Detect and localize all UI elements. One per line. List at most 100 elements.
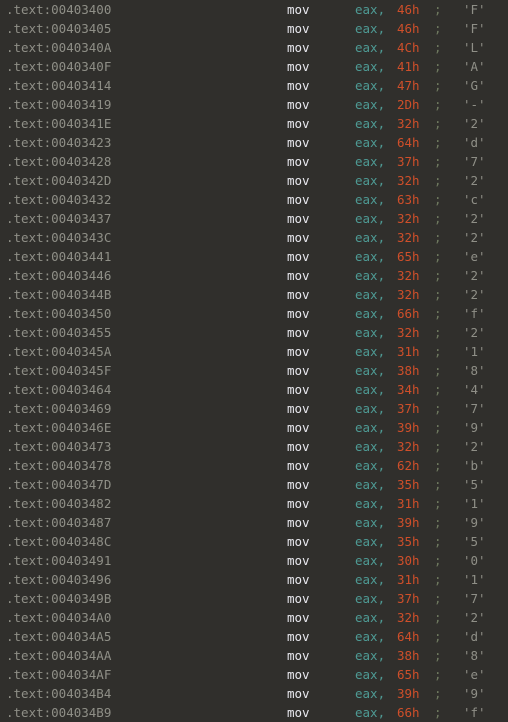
instruction-address[interactable]: .text:0040349B — [6, 589, 111, 608]
instruction-address[interactable]: .text:00403400 — [6, 0, 111, 19]
disasm-row[interactable]: .text:00403437 mov eax, 32h; '2' — [0, 209, 508, 228]
instruction-address[interactable]: .text:00403432 — [6, 190, 111, 209]
disasm-row[interactable]: .text:00403491 mov eax, 30h; '0' — [0, 551, 508, 570]
instruction-mnemonic: mov — [287, 249, 310, 264]
instruction-address[interactable]: .text:0040342D — [6, 171, 111, 190]
disasm-row[interactable]: .text:004034A0 mov eax, 32h; '2' — [0, 608, 508, 627]
comment-char-literal: '5' — [463, 477, 486, 492]
operand-register: eax, — [355, 515, 386, 530]
instruction-mnemonic: mov — [287, 705, 310, 720]
instruction-address[interactable]: .text:00403469 — [6, 399, 111, 418]
instruction-address[interactable]: .text:00403419 — [6, 95, 111, 114]
instruction-address[interactable]: .text:004034A5 — [6, 627, 111, 646]
instruction-address[interactable]: .text:00403441 — [6, 247, 111, 266]
disasm-row[interactable]: .text:0040345F mov eax, 38h; '8' — [0, 361, 508, 380]
instruction-address[interactable]: .text:0040343C — [6, 228, 111, 247]
disasm-row[interactable]: .text:00403478 mov eax, 62h; 'b' — [0, 456, 508, 475]
disasm-row[interactable]: .text:00403446 mov eax, 32h; '2' — [0, 266, 508, 285]
instruction-address[interactable]: .text:0040345A — [6, 342, 111, 361]
disasm-row[interactable]: .text:00403428 mov eax, 37h; '7' — [0, 152, 508, 171]
disasm-row[interactable]: .text:00403419 mov eax, 2Dh; '-' — [0, 95, 508, 114]
instruction-address[interactable]: .text:0040340A — [6, 38, 111, 57]
comment-char-literal: '1' — [463, 344, 486, 359]
instruction-address[interactable]: .text:0040344B — [6, 285, 111, 304]
disasm-row[interactable]: .text:00403405 mov eax, 46h; 'F' — [0, 19, 508, 38]
instruction-address[interactable]: .text:0040347D — [6, 475, 111, 494]
disassembly-listing[interactable]: .text:00403400 mov eax, 46h; 'F' .text:004034… — [0, 0, 508, 722]
instruction-mnemonic: mov — [287, 477, 310, 492]
disasm-row[interactable]: .text:0040344B mov eax, 32h; '2' — [0, 285, 508, 304]
instruction-mnemonic: mov — [287, 553, 310, 568]
comment-char-literal: 'f' — [463, 705, 486, 720]
disasm-row[interactable]: .text:00403432 mov eax, 63h; 'c' — [0, 190, 508, 209]
comment-char-literal: 'd' — [463, 629, 486, 644]
instruction-address[interactable]: .text:004034AF — [6, 665, 111, 684]
disasm-row[interactable]: .text:0040349B mov eax, 37h; '7' — [0, 589, 508, 608]
disasm-row[interactable]: .text:00403423 mov eax, 64h; 'd' — [0, 133, 508, 152]
disasm-row[interactable]: .text:00403441 mov eax, 65h; 'e' — [0, 247, 508, 266]
instruction-address[interactable]: .text:0040348C — [6, 532, 111, 551]
disasm-row[interactable]: .text:00403414 mov eax, 47h; 'G' — [0, 76, 508, 95]
instruction-address[interactable]: .text:004034B4 — [6, 684, 111, 703]
disasm-row[interactable]: .text:004034AF mov eax, 65h; 'e' — [0, 665, 508, 684]
comment-char-literal: '9' — [463, 515, 486, 530]
disasm-row[interactable]: .text:004034A5 mov eax, 64h; 'd' — [0, 627, 508, 646]
instruction-address[interactable]: .text:00403482 — [6, 494, 111, 513]
instruction-address[interactable]: .text:0040341E — [6, 114, 111, 133]
instruction-address[interactable]: .text:00403473 — [6, 437, 111, 456]
disasm-row[interactable]: .text:0040340F mov eax, 41h; 'A' — [0, 57, 508, 76]
disasm-row[interactable]: .text:00403400 mov eax, 46h; 'F' — [0, 0, 508, 19]
disasm-row[interactable]: .text:0040342D mov eax, 32h; '2' — [0, 171, 508, 190]
disasm-row[interactable]: .text:0040343C mov eax, 32h; '2' — [0, 228, 508, 247]
disasm-row[interactable]: .text:004034B9 mov eax, 66h; 'f' — [0, 703, 508, 722]
disasm-row[interactable]: .text:0040341E mov eax, 32h; '2' — [0, 114, 508, 133]
disasm-row[interactable]: .text:004034AA mov eax, 38h; '8' — [0, 646, 508, 665]
disasm-row[interactable]: .text:00403487 mov eax, 39h; '9' — [0, 513, 508, 532]
comment-char-literal: '2' — [463, 173, 486, 188]
comment-char-literal: '2' — [463, 211, 486, 226]
instruction-address[interactable]: .text:00403464 — [6, 380, 111, 399]
disasm-row[interactable]: .text:00403469 mov eax, 37h; '7' — [0, 399, 508, 418]
instruction-address[interactable]: .text:00403487 — [6, 513, 111, 532]
operand-immediate: 46h — [397, 2, 420, 17]
operand-immediate: 64h — [397, 135, 420, 150]
comment-char-literal: 'F' — [463, 2, 486, 17]
instruction-address[interactable]: .text:0040340F — [6, 57, 111, 76]
instruction-mnemonic: mov — [287, 211, 310, 226]
instruction-address[interactable]: .text:00403450 — [6, 304, 111, 323]
disasm-row[interactable]: .text:0040345A mov eax, 31h; '1' — [0, 342, 508, 361]
instruction-mnemonic: mov — [287, 268, 310, 283]
operand-immediate: 35h — [397, 534, 420, 549]
instruction-address[interactable]: .text:0040345F — [6, 361, 111, 380]
instruction-address[interactable]: .text:0040346E — [6, 418, 111, 437]
disasm-row[interactable]: .text:0040346E mov eax, 39h; '9' — [0, 418, 508, 437]
disasm-row[interactable]: .text:0040340A mov eax, 4Ch; 'L' — [0, 38, 508, 57]
instruction-address[interactable]: .text:00403405 — [6, 19, 111, 38]
instruction-mnemonic: mov — [287, 2, 310, 17]
comment-semicolon: ; — [434, 439, 442, 454]
instruction-address[interactable]: .text:00403414 — [6, 76, 111, 95]
disasm-row[interactable]: .text:00403455 mov eax, 32h; '2' — [0, 323, 508, 342]
disasm-row[interactable]: .text:0040348C mov eax, 35h; '5' — [0, 532, 508, 551]
instruction-address[interactable]: .text:004034A0 — [6, 608, 111, 627]
instruction-address[interactable]: .text:004034B9 — [6, 703, 111, 722]
operand-register: eax, — [355, 173, 386, 188]
instruction-address[interactable]: .text:00403446 — [6, 266, 111, 285]
instruction-address[interactable]: .text:00403437 — [6, 209, 111, 228]
disasm-row[interactable]: .text:004034B4 mov eax, 39h; '9' — [0, 684, 508, 703]
disasm-row[interactable]: .text:0040347D mov eax, 35h; '5' — [0, 475, 508, 494]
disasm-row[interactable]: .text:00403473 mov eax, 32h; '2' — [0, 437, 508, 456]
instruction-address[interactable]: .text:00403491 — [6, 551, 111, 570]
instruction-address[interactable]: .text:004034AA — [6, 646, 111, 665]
instruction-address[interactable]: .text:00403428 — [6, 152, 111, 171]
instruction-address[interactable]: .text:00403455 — [6, 323, 111, 342]
disasm-row[interactable]: .text:00403482 mov eax, 31h; '1' — [0, 494, 508, 513]
instruction-address[interactable]: .text:00403496 — [6, 570, 111, 589]
instruction-address[interactable]: .text:00403423 — [6, 133, 111, 152]
disasm-row[interactable]: .text:00403496 mov eax, 31h; '1' — [0, 570, 508, 589]
disasm-row[interactable]: .text:00403450 mov eax, 66h; 'f' — [0, 304, 508, 323]
comment-char-literal: '2' — [463, 230, 486, 245]
disasm-row[interactable]: .text:00403464 mov eax, 34h; '4' — [0, 380, 508, 399]
instruction-mnemonic: mov — [287, 648, 310, 663]
instruction-address[interactable]: .text:00403478 — [6, 456, 111, 475]
